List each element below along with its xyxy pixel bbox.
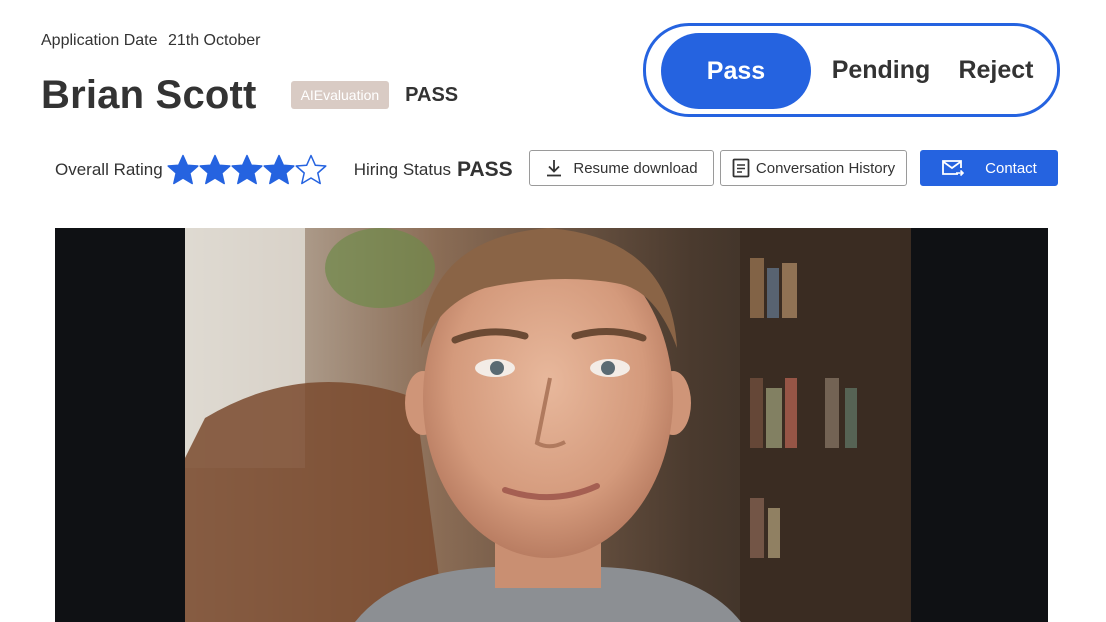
ai-evaluation-badge: AIEvaluation (290, 81, 390, 109)
candidate-page: Application Date 21th October Brian Scot… (0, 0, 1106, 622)
overall-rating-label: Overall Rating (55, 160, 163, 179)
document-icon (732, 158, 750, 178)
decision-reject-button[interactable]: Reject (951, 26, 1041, 114)
application-date-value: 21th October (167, 32, 261, 49)
application-date-label: Application Date (41, 32, 158, 49)
candidate-photo-panel (55, 228, 1048, 622)
contact-button[interactable]: Contact (920, 150, 1058, 186)
conversation-history-button[interactable]: Conversation History (720, 150, 907, 186)
star-filled-icon[interactable] (263, 154, 295, 186)
application-date: Application Date 21th October (41, 32, 260, 50)
download-icon (545, 158, 563, 178)
decision-pass-button[interactable]: Pass (661, 33, 811, 109)
conversation-history-label: Conversation History (755, 159, 896, 177)
resume-download-label: Resume download (573, 159, 698, 177)
candidate-name: Brian Scott (41, 72, 257, 117)
candidate-photo (185, 228, 911, 622)
star-filled-icon[interactable] (231, 154, 263, 186)
hiring-status-label: Hiring Status (353, 160, 452, 179)
star-rating (167, 154, 327, 186)
mail-icon (941, 158, 965, 178)
contact-label: Contact (985, 159, 1037, 177)
evaluation-result: PASS (405, 83, 459, 106)
rating-row: Overall Rating Hiring Status PASS (55, 150, 513, 190)
name-row: Brian Scott AIEvaluation PASS (41, 70, 458, 120)
decision-segmented-control: Pass Pending Reject (643, 23, 1060, 117)
decision-pending-button[interactable]: Pending (826, 26, 936, 114)
resume-download-button[interactable]: Resume download (529, 150, 714, 186)
hiring-status-value: PASS (457, 158, 513, 181)
star-filled-icon[interactable] (167, 154, 199, 186)
star-empty-icon[interactable] (295, 154, 327, 186)
star-filled-icon[interactable] (199, 154, 231, 186)
